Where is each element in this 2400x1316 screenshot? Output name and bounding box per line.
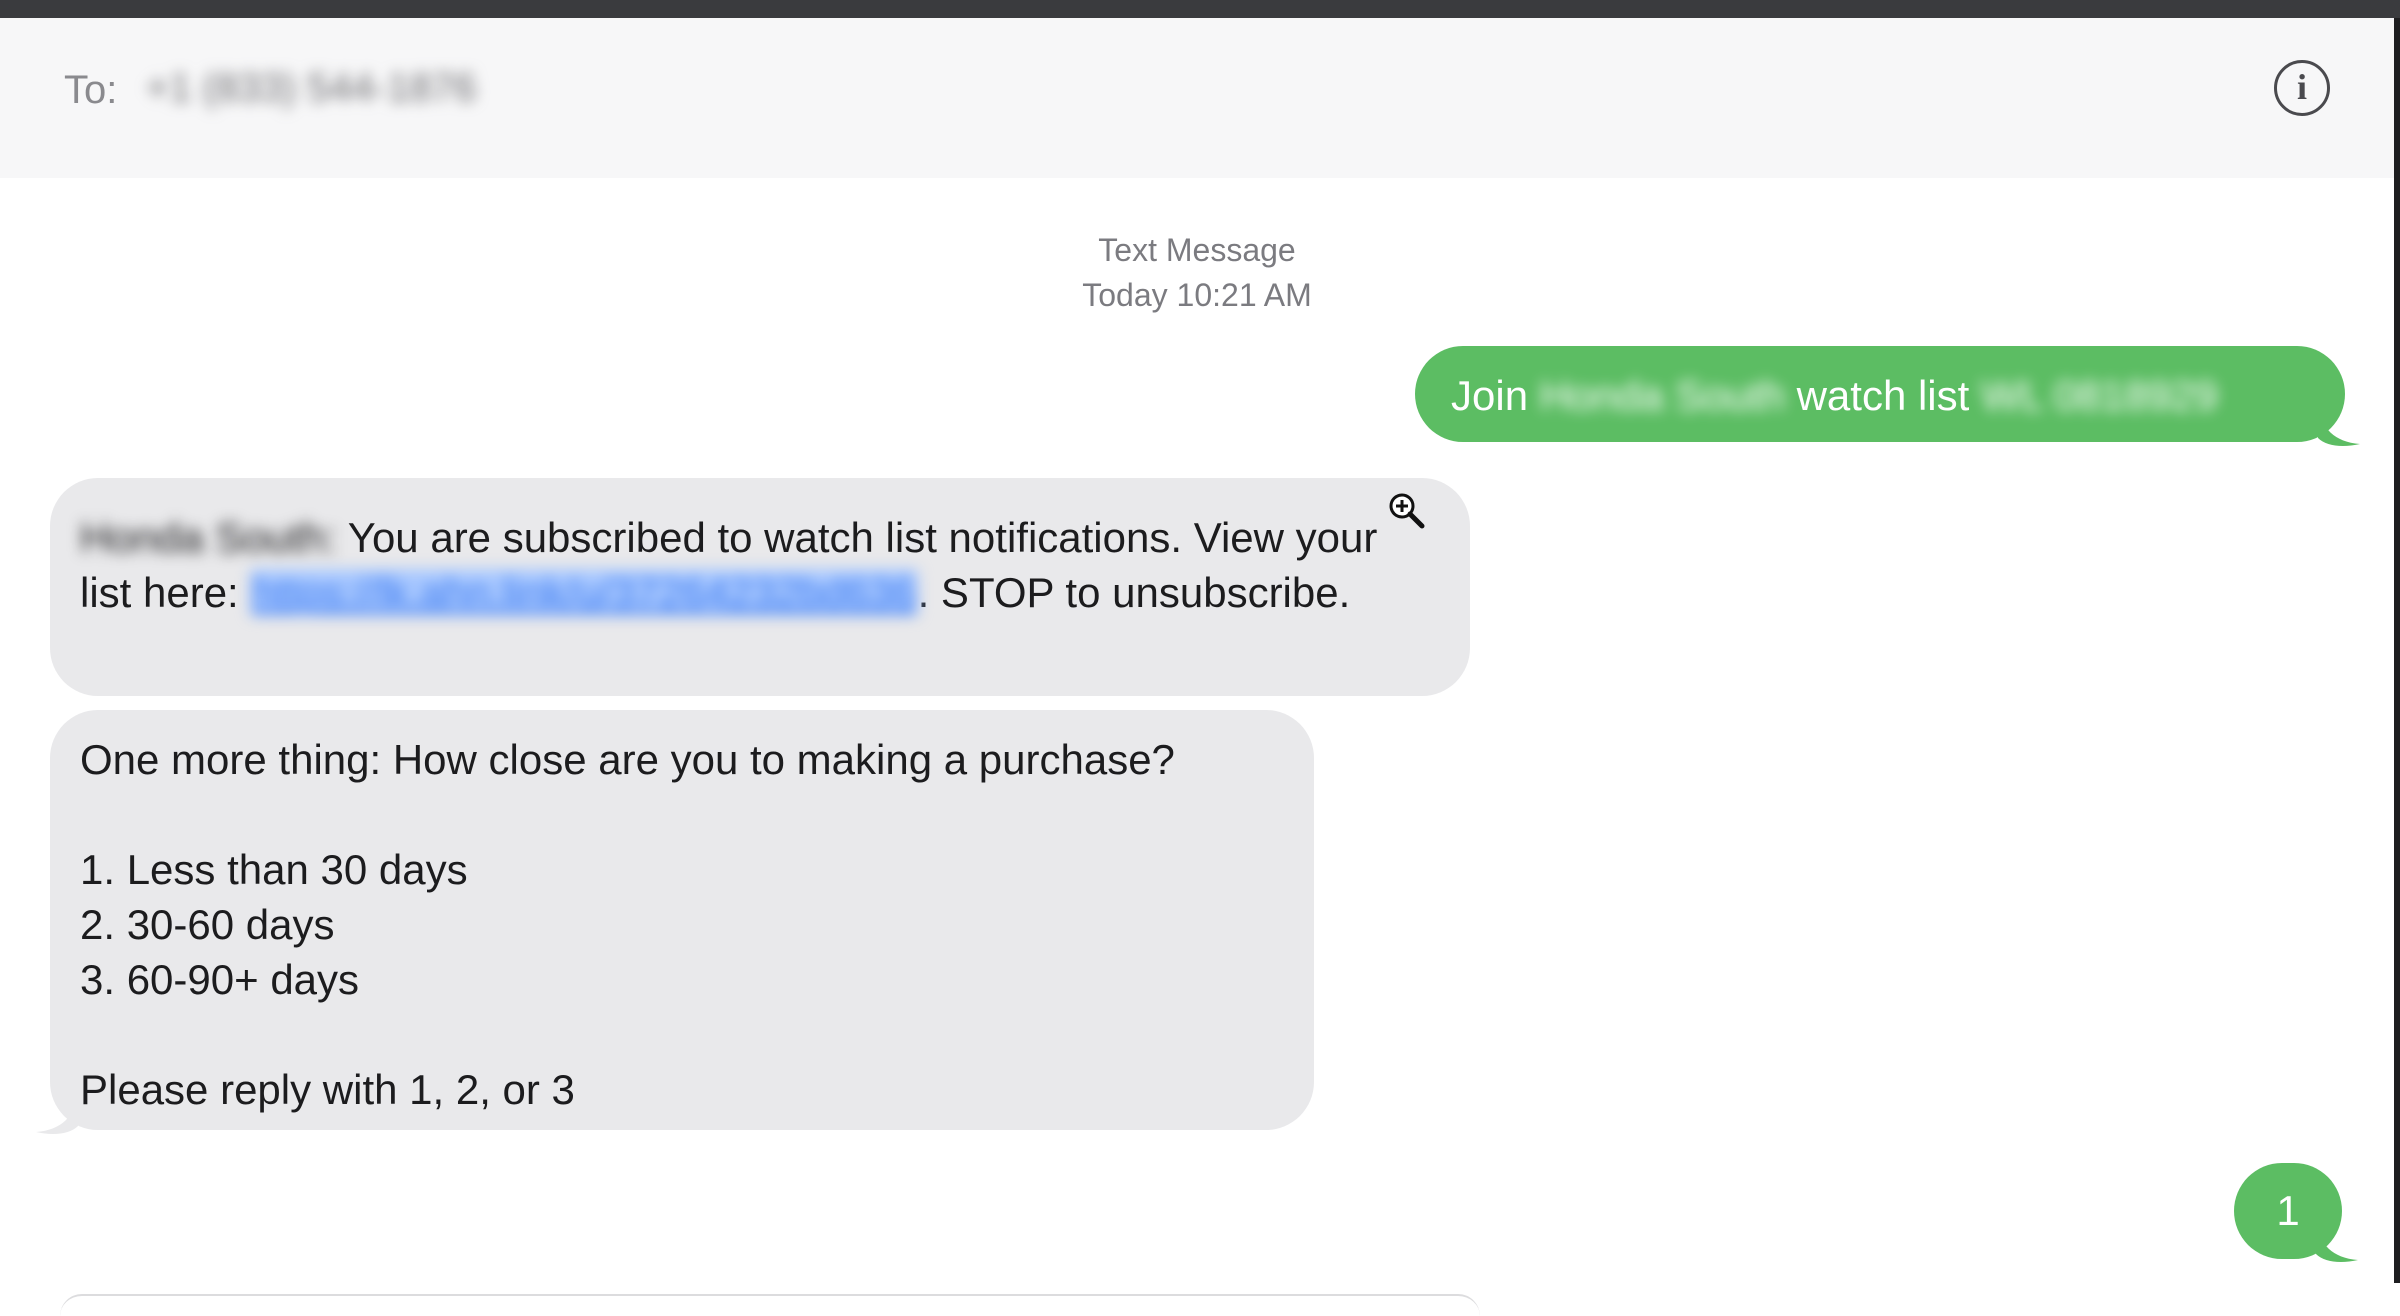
message-composer-edge[interactable] [60, 1294, 1480, 1316]
outgoing-bubble-tail [2318, 408, 2360, 446]
incoming-bubble-tail [36, 1096, 78, 1134]
window-top-bar [0, 0, 2400, 18]
incoming-message-bubble[interactable]: Honda South: You are subscribed to watch… [50, 478, 1470, 696]
message-text: Join [1451, 372, 1540, 419]
to-label: To: [64, 68, 118, 112]
service-label: Text Message [1098, 232, 1296, 268]
message-timestamp: Text Message Today 10:21 AM [0, 228, 2394, 318]
window-right-edge [2394, 18, 2400, 1283]
outgoing-message-bubble[interactable]: Join Honda South watch list WL 0818929 [1415, 346, 2345, 442]
recipient-field[interactable]: +1 (833) 544-1876 [146, 66, 476, 111]
conversation-header: To: +1 (833) 544-1876 i [0, 18, 2394, 178]
blurred-code: WL 0818929 [1980, 372, 2218, 419]
timestamp-text: Today 10:21 AM [1082, 277, 1312, 313]
outgoing-bubble-tail [2316, 1224, 2358, 1262]
subscription-link[interactable]: https://lk.ahn.link/u/37264232bd636 [250, 569, 918, 616]
blurred-dealer-name: Honda South [1539, 372, 1785, 419]
messages-window: To: +1 (833) 544-1876 i Text Message Tod… [0, 18, 2394, 1296]
message-text: watch list [1784, 372, 1981, 419]
zoom-in-icon [1389, 493, 1425, 529]
incoming-message-bubble[interactable]: One more thing: How close are you to mak… [50, 710, 1314, 1130]
message-text: . STOP to unsubscribe. [917, 569, 1351, 616]
blurred-sender-name: Honda South: [80, 514, 337, 561]
info-icon[interactable]: i [2274, 60, 2330, 116]
